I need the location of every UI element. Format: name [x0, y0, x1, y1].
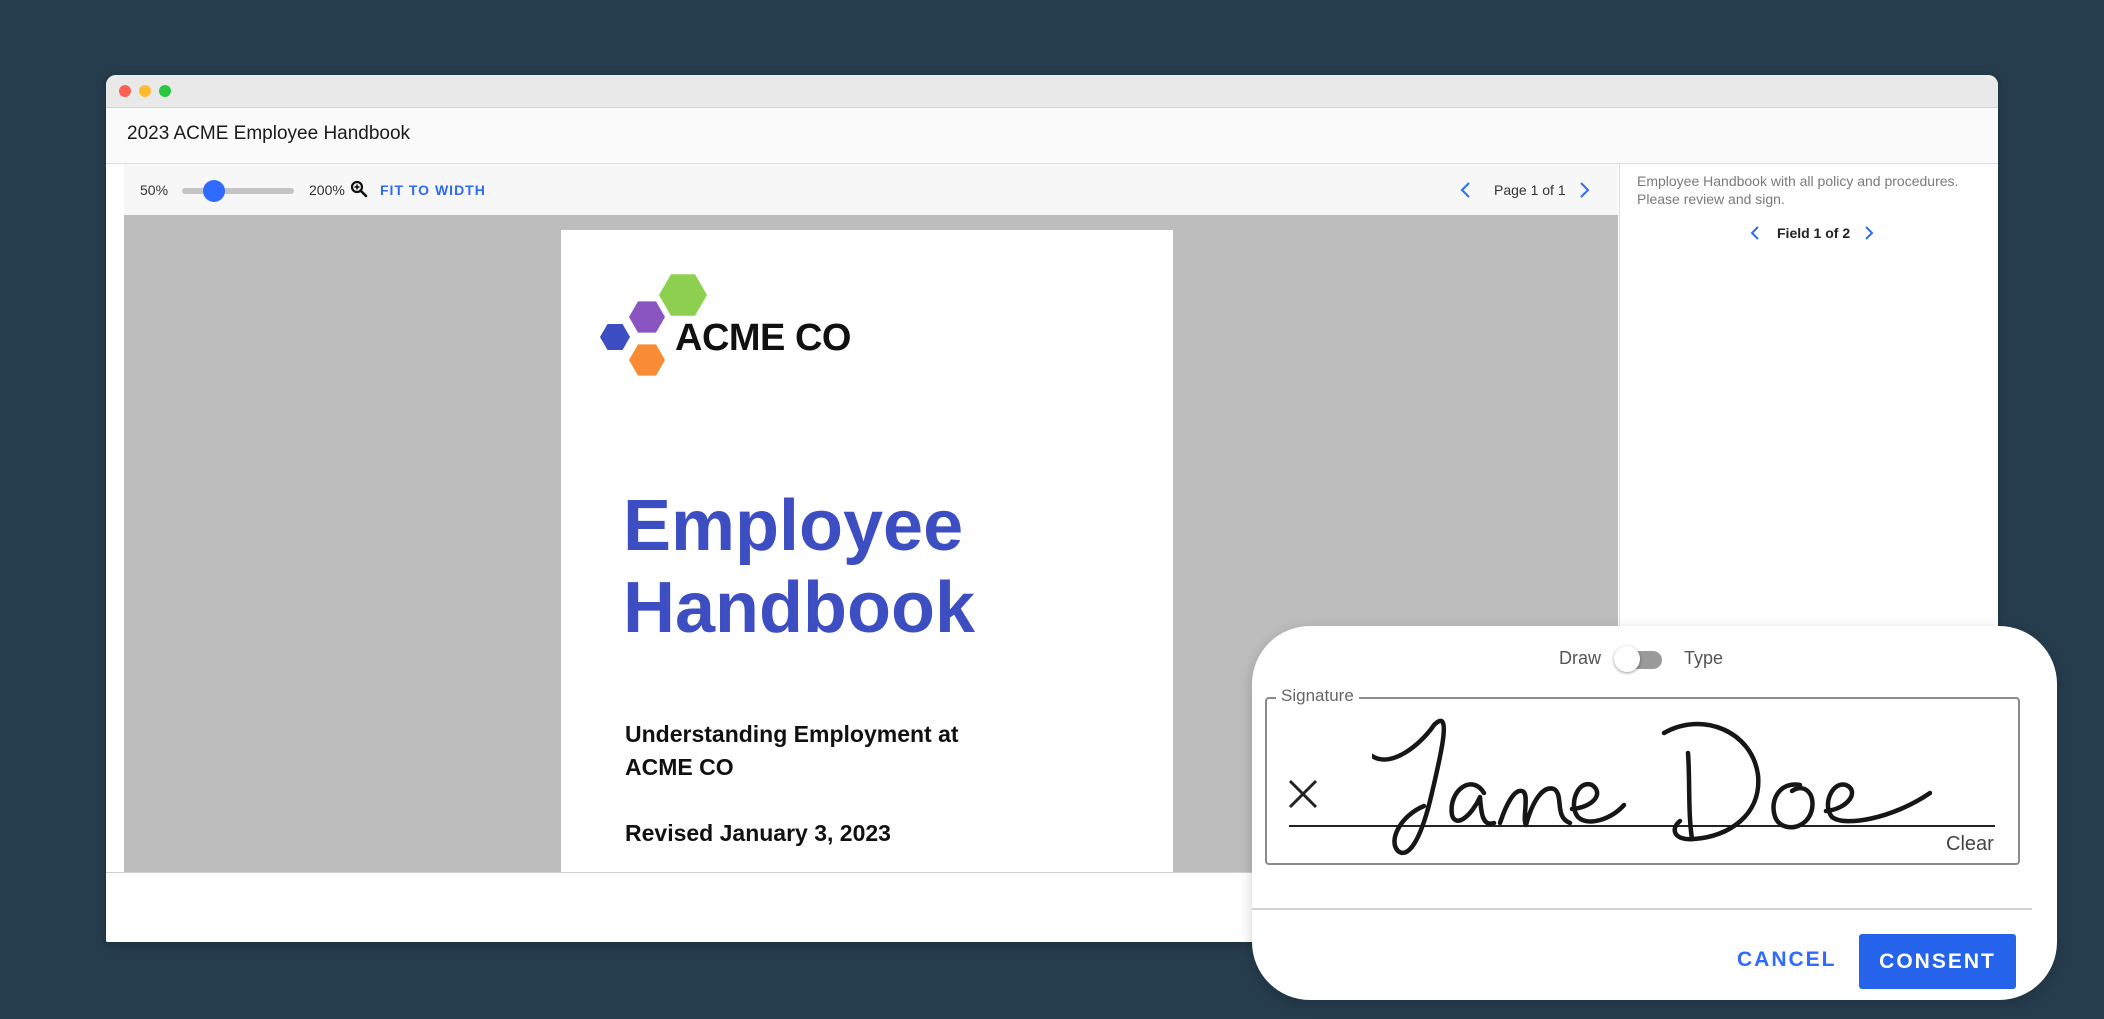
fit-to-width-button[interactable]: FIT TO WIDTH [380, 182, 486, 198]
zoom-max-label: 200% [309, 182, 345, 198]
handbook-title-line1: Employee [623, 486, 964, 566]
hex-green-shape [659, 274, 707, 316]
logo-text: ACME CO [675, 317, 851, 359]
draw-type-toggle[interactable] [1614, 646, 1666, 672]
document-description: Employee Handbook with all policy and pr… [1637, 173, 1959, 207]
maximize-window-button[interactable] [159, 85, 171, 97]
viewer-toolbar: 50% 200% FIT TO WIDTH Page 1 of 1 [124, 164, 1618, 215]
hex-blue-shape [600, 324, 630, 350]
type-mode-label: Type [1684, 648, 1724, 668]
signature-modal: Draw Type Signature Clear CANCEL CONSENT [1252, 626, 2057, 1000]
revised-date: Revised January 3, 2023 [625, 820, 891, 846]
field-indicator: Field 1 of 2 [1777, 225, 1851, 241]
window-titlebar [106, 75, 1998, 108]
next-page-chevron-right-icon[interactable] [1574, 179, 1594, 201]
zoom-slider-track[interactable] [182, 188, 294, 194]
handbook-title: Employee Handbook [623, 485, 975, 649]
app-header: 2023 ACME Employee Handbook [106, 108, 1998, 164]
hex-purple-shape [629, 301, 665, 333]
field-navigator: Field 1 of 2 [1620, 222, 1998, 246]
x-mark-icon [1288, 779, 1318, 809]
signature-label: Signature [1276, 686, 1359, 706]
handwritten-signature [1372, 718, 1932, 855]
hex-orange-shape [629, 344, 665, 376]
next-field-chevron-right-icon[interactable] [1860, 222, 1878, 244]
magnifier-icon[interactable] [350, 180, 368, 198]
toggle-knob[interactable] [1614, 646, 1640, 672]
document-page: ACME CO Employee Handbook Understanding … [561, 230, 1173, 872]
minimize-window-button[interactable] [139, 85, 151, 97]
close-window-button[interactable] [119, 85, 131, 97]
clear-signature-button[interactable]: Clear [1946, 833, 1994, 856]
handbook-subtitle: Understanding Employment at ACME CO [625, 721, 959, 780]
document-title: 2023 ACME Employee Handbook [127, 123, 411, 144]
prev-field-chevron-left-icon[interactable] [1746, 222, 1764, 244]
draw-mode-label: Draw [1559, 648, 1602, 668]
handbook-title-line2: Handbook [623, 568, 975, 648]
modal-divider [1252, 908, 2032, 910]
prev-page-chevron-left-icon[interactable] [1456, 179, 1476, 201]
page-indicator: Page 1 of 1 [1494, 182, 1566, 198]
consent-button[interactable]: CONSENT [1859, 934, 2016, 989]
zoom-slider-thumb[interactable] [203, 180, 226, 202]
cancel-button[interactable]: CANCEL [1737, 948, 1837, 972]
zoom-min-label: 50% [140, 182, 169, 198]
